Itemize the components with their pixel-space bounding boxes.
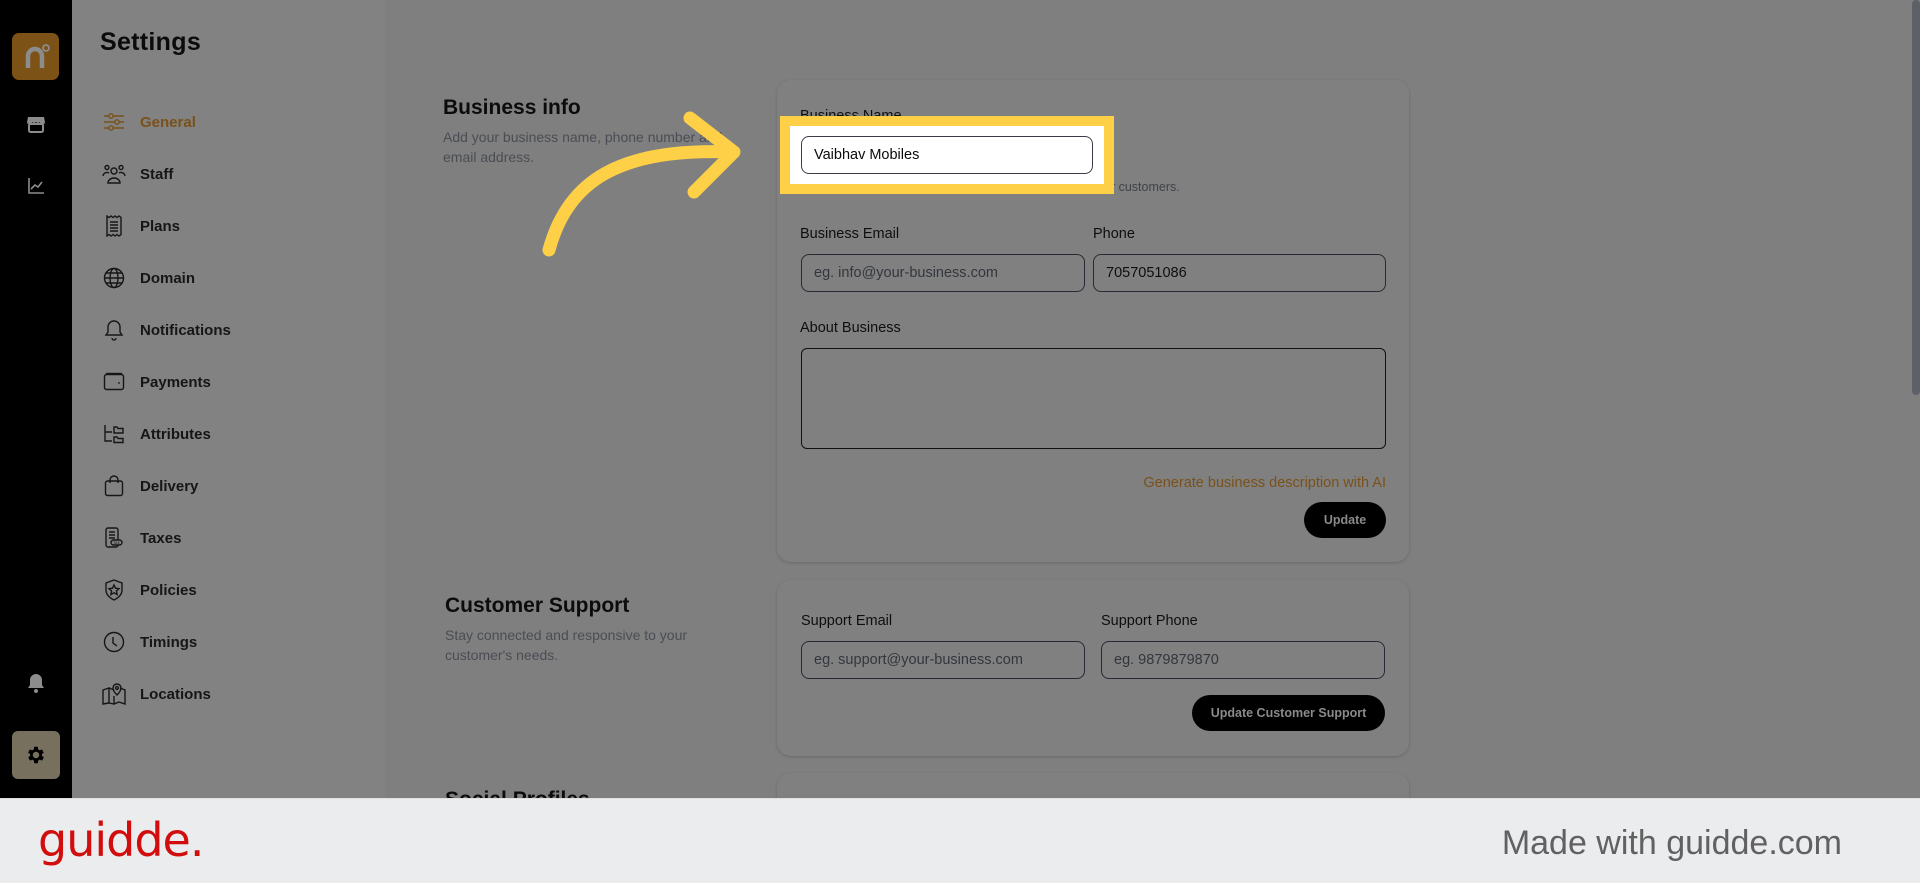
nav-item-notifications[interactable]: Notifications — [102, 304, 231, 356]
nav-item-label: Domain — [140, 269, 196, 287]
app-rail — [0, 0, 72, 798]
store-icon[interactable] — [24, 112, 48, 136]
nav-item-label: Staff — [140, 165, 174, 183]
nav-item-label: Taxes — [140, 529, 182, 547]
guidde-logo: guidde. — [38, 813, 204, 867]
settings-button[interactable] — [12, 731, 60, 779]
business-name-helper: ur customers. — [1104, 180, 1180, 194]
update-business-info-button[interactable]: Update — [1304, 502, 1386, 538]
receipt-icon — [102, 214, 126, 238]
phone-label: Phone — [1093, 226, 1135, 242]
customer-support-description: Stay connected and responsive to your cu… — [445, 627, 688, 663]
nav-item-label: Timings — [140, 633, 198, 651]
nav-item-taxes[interactable]: TAX Taxes — [102, 512, 231, 564]
guidde-footer: guidde. Made with guidde.com — [0, 798, 1920, 883]
business-email-label: Business Email — [800, 226, 900, 242]
clock-icon — [102, 630, 126, 654]
map-pin-icon — [102, 682, 126, 706]
svg-text:TAX: TAX — [112, 541, 120, 545]
nav-item-plans[interactable]: Plans — [102, 200, 231, 252]
nav-item-label: Delivery — [140, 477, 199, 495]
shopping-bag-icon — [102, 474, 126, 498]
nav-item-payments[interactable]: Payments — [102, 356, 231, 408]
vertical-scrollbar[interactable] — [1912, 0, 1920, 395]
globe-icon — [102, 266, 126, 290]
bell-icon[interactable] — [24, 671, 48, 695]
app-logo[interactable] — [12, 33, 59, 80]
nav-item-label: Notifications — [140, 321, 231, 339]
page-title: Settings — [100, 28, 202, 56]
generate-description-ai-link[interactable]: Generate business description with AI — [1100, 475, 1386, 491]
nav-item-label: Attributes — [140, 425, 211, 443]
nav-item-domain[interactable]: Domain — [102, 252, 231, 304]
business-name-highlight — [780, 116, 1114, 194]
support-email-input[interactable] — [801, 641, 1085, 679]
nav-item-label: General — [140, 113, 196, 131]
made-with-text: Made with guidde.com — [1501, 824, 1842, 862]
nav-item-label: Locations — [140, 685, 211, 703]
nav-item-label: Payments — [140, 373, 211, 391]
nav-item-locations[interactable]: Locations — [102, 668, 231, 720]
nav-item-timings[interactable]: Timings — [102, 616, 231, 668]
business-email-input[interactable] — [801, 254, 1085, 292]
settings-nav: Settings General Staff Plans Domain Noti… — [72, 0, 385, 798]
tax-document-icon: TAX — [102, 526, 126, 550]
customer-support-title: Customer Support — [445, 594, 630, 617]
hierarchy-icon — [102, 422, 126, 446]
annotation-arrow-icon — [542, 111, 741, 257]
analytics-chart-icon[interactable] — [24, 174, 48, 198]
about-business-label: About Business — [800, 320, 901, 336]
users-icon — [102, 162, 126, 186]
support-phone-input[interactable] — [1101, 641, 1385, 679]
gear-icon — [28, 746, 44, 764]
nav-item-delivery[interactable]: Delivery — [102, 460, 231, 512]
nav-item-staff[interactable]: Staff — [102, 148, 231, 200]
support-email-label: Support Email — [801, 613, 893, 629]
phone-input[interactable] — [1093, 254, 1386, 292]
sliders-icon — [102, 110, 126, 134]
nav-item-label: Plans — [140, 217, 181, 235]
shield-star-icon — [102, 578, 126, 602]
about-business-textarea[interactable] — [801, 348, 1386, 449]
settings-menu: General Staff Plans Domain Notifications… — [102, 96, 231, 720]
nav-item-general[interactable]: General — [102, 96, 231, 148]
update-customer-support-button[interactable]: Update Customer Support — [1192, 695, 1385, 731]
nav-item-attributes[interactable]: Attributes — [102, 408, 231, 460]
support-phone-label: Support Phone — [1101, 613, 1198, 629]
logo-icon — [25, 43, 50, 68]
nav-item-label: Policies — [140, 581, 197, 599]
bell-icon — [102, 318, 126, 342]
wallet-icon — [102, 370, 126, 394]
nav-item-policies[interactable]: Policies — [102, 564, 231, 616]
business-name-input[interactable] — [801, 136, 1093, 174]
